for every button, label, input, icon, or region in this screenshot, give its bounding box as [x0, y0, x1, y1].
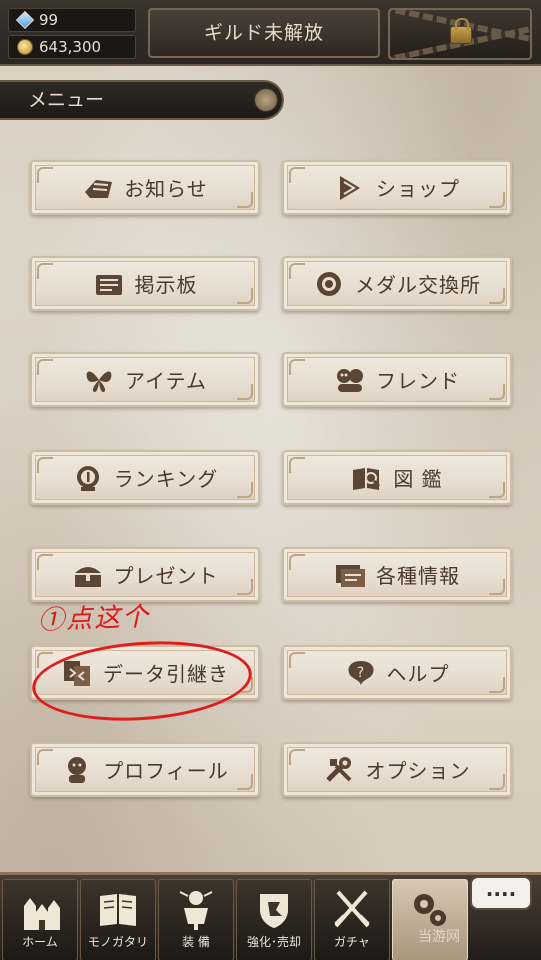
- help-icon: ?: [345, 659, 377, 687]
- gem-icon: [15, 10, 35, 30]
- item-button[interactable]: アイテム: [30, 352, 260, 407]
- bottom-navigation: ホーム モノガタリ 装 備 強化･売却 ガチャ: [0, 872, 541, 960]
- treasure-chest-icon: [72, 561, 104, 589]
- gold-coin-icon: [17, 39, 33, 55]
- info-label: 各種情報: [376, 564, 460, 588]
- guild-button[interactable]: ギルド未解放: [148, 8, 380, 58]
- present-label: プレゼント: [113, 564, 219, 588]
- notice-icon: [82, 174, 114, 202]
- present-button[interactable]: プレゼント: [30, 547, 260, 602]
- crossed-swords-icon: [334, 890, 370, 928]
- gem-count: 99: [39, 11, 59, 29]
- shop-icon: [334, 174, 366, 202]
- shop-button[interactable]: ショップ: [282, 160, 512, 215]
- butterfly-icon: [83, 366, 115, 394]
- top-status-bar: 99 643,300 ギルド未解放: [0, 0, 541, 66]
- profile-button[interactable]: プロフィール: [30, 742, 260, 797]
- data-transfer-icon: [61, 659, 93, 687]
- nav-home-label: ホーム: [22, 935, 58, 949]
- friend-icon: [334, 366, 366, 394]
- zukan-button[interactable]: 図 鑑: [282, 450, 512, 505]
- medal-icon: [313, 270, 345, 298]
- ranking-label: ランキング: [113, 467, 219, 491]
- gold-count: 643,300: [39, 38, 102, 56]
- book-magnifier-icon: [351, 464, 383, 492]
- dragon-shield-icon: [260, 894, 288, 928]
- gold-counter: 643,300: [8, 35, 136, 59]
- nav-gacha[interactable]: ガチャ: [314, 879, 390, 960]
- notice-label: お知らせ: [124, 177, 208, 201]
- nav-gacha-label: ガチャ: [334, 935, 370, 949]
- profile-label: プロフィール: [103, 759, 229, 783]
- nav-enhance-label: 強化･売却: [246, 935, 301, 949]
- nav-equip[interactable]: 装 備: [158, 879, 234, 960]
- board-label: 掲示板: [134, 273, 198, 297]
- svg-text:?: ?: [356, 665, 364, 681]
- chat-button[interactable]: ....: [470, 876, 532, 910]
- menu-title: メニュー: [28, 89, 105, 111]
- help-label: ヘルプ: [386, 662, 450, 686]
- nav-menu[interactable]: [392, 879, 468, 960]
- medal-exchange-button[interactable]: メダル交換所: [282, 256, 512, 311]
- profile-avatar-icon: [61, 756, 93, 784]
- padlock-icon: [450, 18, 472, 44]
- nav-equip-label: 装 備: [182, 935, 210, 949]
- board-icon: [93, 270, 125, 298]
- item-label: アイテム: [125, 369, 207, 393]
- notice-button[interactable]: お知らせ: [30, 160, 260, 215]
- wrench-tools-icon: [324, 756, 356, 784]
- zukan-label: 図 鑑: [393, 467, 443, 491]
- info-button[interactable]: 各種情報: [282, 547, 512, 602]
- menu-header: メニュー: [0, 80, 284, 120]
- option-button[interactable]: オプション: [282, 742, 512, 797]
- watermark: 当游网: [418, 929, 460, 945]
- mannequin-icon: [179, 891, 213, 930]
- data-transfer-label: データ引継き: [103, 662, 229, 686]
- locked-feature-button[interactable]: [388, 8, 532, 60]
- handwritten-annotation: ①点这个: [37, 602, 151, 636]
- option-label: オプション: [365, 759, 471, 783]
- medal-exchange-label: メダル交換所: [355, 273, 481, 297]
- info-cards-icon: [334, 561, 366, 589]
- nav-enhance[interactable]: 強化･売却: [236, 879, 312, 960]
- nav-story-label: モノガタリ: [87, 935, 148, 949]
- ranking-medal-icon: [72, 464, 104, 492]
- friend-label: フレンド: [376, 369, 460, 393]
- gem-counter: 99: [8, 8, 136, 32]
- data-transfer-button[interactable]: データ引継き: [30, 645, 260, 700]
- open-book-icon: [100, 894, 136, 926]
- help-button[interactable]: ? ヘルプ: [282, 645, 512, 700]
- board-button[interactable]: 掲示板: [30, 256, 260, 311]
- nav-story[interactable]: モノガタリ: [80, 879, 156, 960]
- scroll-knob-icon[interactable]: [254, 88, 278, 112]
- nav-home[interactable]: ホーム: [2, 879, 78, 960]
- ranking-button[interactable]: ランキング: [30, 450, 260, 505]
- shop-label: ショップ: [376, 177, 460, 201]
- castle-icon: [24, 898, 60, 930]
- friend-button[interactable]: フレンド: [282, 352, 512, 407]
